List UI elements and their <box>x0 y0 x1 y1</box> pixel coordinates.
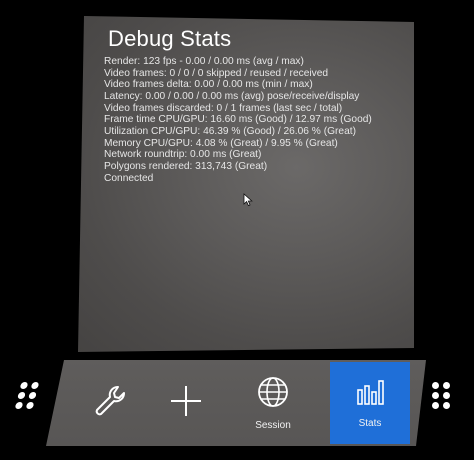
right-drag-handle[interactable] <box>432 382 450 409</box>
stat-frame-time: Frame time CPU/GPU: 16.60 ms (Good) / 12… <box>104 114 372 126</box>
debug-stats-panel: Debug Stats Render: 123 fps - 0.00 / 0.0… <box>78 16 414 352</box>
bottom-toolbar: Session Stats <box>46 360 426 446</box>
add-button[interactable] <box>141 360 231 446</box>
stat-memory: Memory CPU/GPU: 4.08 % (Great) / 9.95 % … <box>104 137 338 149</box>
drag-handle-icon <box>19 382 29 389</box>
stat-frames-discarded: Video frames discarded: 0 / 1 frames (la… <box>104 102 343 114</box>
bar-chart-icon <box>355 377 385 412</box>
wrench-icon <box>91 381 131 426</box>
stat-latency: Latency: 0.00 / 0.00 / 0.00 ms (avg) pos… <box>104 90 360 102</box>
stat-utilization: Utilization CPU/GPU: 46.39 % (Good) / 26… <box>104 125 356 137</box>
stats-button[interactable]: Stats <box>330 362 410 444</box>
stat-network-roundtrip: Network roundtrip: 0.00 ms (Great) <box>104 149 262 161</box>
plus-icon <box>168 383 204 424</box>
stats-label: Stats <box>358 418 382 429</box>
stats-list: Render: 123 fps - 0.00 / 0.00 ms (avg / … <box>104 56 372 184</box>
stat-video-frames-delta: Video frames delta: 0.00 / 0.00 ms (min … <box>104 79 313 91</box>
stat-render: Render: 123 fps - 0.00 / 0.00 ms (avg / … <box>104 56 304 67</box>
app-viewport: Debug Stats Render: 123 fps - 0.00 / 0.0… <box>0 0 474 460</box>
stat-polygons: Polygons rendered: 313,743 (Great) <box>104 160 268 172</box>
globe-icon <box>256 375 290 414</box>
session-label: Session <box>255 420 291 431</box>
mouse-pointer-icon <box>243 193 253 212</box>
connection-status: Connected <box>104 172 154 184</box>
panel-title: Debug Stats <box>108 26 232 51</box>
drag-handle-icon <box>432 382 439 389</box>
session-button[interactable]: Session <box>228 360 318 446</box>
stat-video-frames: Video frames: 0 / 0 / 0 skipped / reused… <box>104 67 329 79</box>
left-drag-handle[interactable] <box>14 382 40 409</box>
